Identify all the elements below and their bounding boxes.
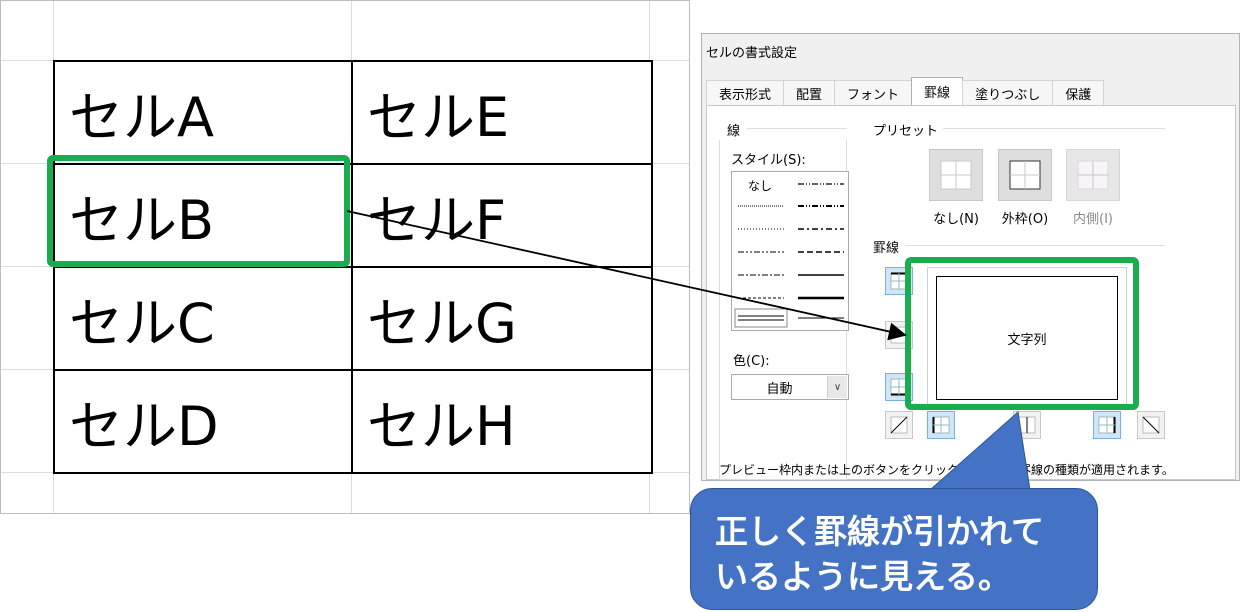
color-label: 色(C): <box>731 350 772 369</box>
spreadsheet: セルA セルE セルB セルF セルC セルG セルD セルH <box>0 0 690 514</box>
tab-protection[interactable]: 保護 <box>1052 80 1105 105</box>
tab-bar: 表示形式 配置 フォント 罫線 塗りつぶし 保護 <box>706 77 1105 105</box>
chevron-down-icon[interactable]: ∨ <box>827 376 847 398</box>
border-diagonal-down-button[interactable] <box>1137 411 1165 439</box>
border-top-icon <box>890 272 908 290</box>
tab-fill[interactable]: 塗りつぶし <box>962 80 1054 105</box>
style-label: スタイル(S): <box>729 149 808 168</box>
diagonal-up-icon <box>890 416 908 434</box>
color-dropdown[interactable]: 自動 ∨ <box>731 374 849 400</box>
border-bottom-icon <box>890 378 908 396</box>
hint-text-left: プレビュー枠内または上のボタンをクリックす <box>719 463 972 477</box>
hint-text-right: 罫線の種類が適用されます。 <box>1019 463 1174 477</box>
cell-d[interactable]: セルD <box>55 371 353 474</box>
border-center-button[interactable] <box>1013 411 1041 439</box>
tab-alignment[interactable]: 配置 <box>783 80 836 105</box>
diagonal-down-icon <box>1142 416 1160 434</box>
border-right-icon <box>1098 416 1116 434</box>
cell-f[interactable]: セルF <box>353 165 653 268</box>
border-bottom-button[interactable] <box>885 373 913 401</box>
format-cells-dialog: セルの書式設定 表示形式 配置 フォント 罫線 塗りつぶし 保護 線 スタイル(… <box>701 33 1240 481</box>
callout-line-1: 正しく罫線が引かれて <box>715 512 1045 551</box>
border-left-icon <box>932 416 950 434</box>
line-group-title: 線 <box>725 120 743 139</box>
tab-border[interactable]: 罫線 <box>911 77 964 105</box>
preview-text: 文字列 <box>1007 332 1047 348</box>
callout-line-2: いるように見える。 <box>715 557 1012 596</box>
cell-g[interactable]: セルG <box>353 268 653 371</box>
line-group-rule <box>747 128 847 129</box>
border-group-title: 罫線 <box>871 237 902 256</box>
preset-inside-button[interactable] <box>1066 149 1120 201</box>
preset-inside-label: 内側(I) <box>1073 212 1113 227</box>
preset-inside-icon <box>1077 160 1109 190</box>
border-tab-panel: 線 スタイル(S): なし 色(C): 自動 ∨ プリセット なし(N) 外枠(… <box>706 105 1236 480</box>
preset-group-title: プリセット <box>871 120 941 139</box>
border-middle-button[interactable] <box>885 321 913 349</box>
cell-a[interactable]: セルA <box>55 62 353 165</box>
border-left-button[interactable] <box>927 411 955 439</box>
cell-h[interactable]: セルH <box>353 371 653 474</box>
border-diagonal-up-button[interactable] <box>885 411 913 439</box>
preset-outline-icon <box>1009 160 1041 190</box>
preset-outline-button[interactable] <box>998 149 1052 201</box>
preset-group-rule <box>943 128 1165 129</box>
callout-bubble: 正しく罫線が引かれて いるように見える。 <box>690 488 1098 610</box>
preset-outline-label: 外枠(O) <box>1001 212 1049 227</box>
preset-none-label: なし(N) <box>933 212 979 227</box>
line-style-list[interactable]: なし <box>731 171 849 331</box>
cell-e[interactable]: セルE <box>353 62 653 165</box>
color-value: 自動 <box>766 381 793 397</box>
border-middle-icon <box>890 326 908 344</box>
tab-number[interactable]: 表示形式 <box>706 80 785 105</box>
tab-font[interactable]: フォント <box>834 80 913 105</box>
dialog-title: セルの書式設定 <box>706 46 798 61</box>
border-right-button[interactable] <box>1093 411 1121 439</box>
cell-grid: セルA セルE セルB セルF セルC セルG セルD セルH <box>53 60 653 474</box>
preset-none-button[interactable] <box>929 149 983 201</box>
border-top-button[interactable] <box>885 267 913 295</box>
border-preview[interactable]: 文字列 <box>927 267 1127 409</box>
preset-none-icon <box>940 160 972 190</box>
cell-b[interactable]: セルB <box>55 165 353 268</box>
border-group-rule <box>905 245 1165 246</box>
cell-c[interactable]: セルC <box>55 268 353 371</box>
hint-text: プレビュー枠内または上のボタンをクリックす 罫線の種類が適用されます。 <box>719 461 1174 478</box>
preview-cell: 文字列 <box>936 276 1118 400</box>
line-style-samples <box>734 183 844 328</box>
border-center-icon <box>1018 416 1036 434</box>
